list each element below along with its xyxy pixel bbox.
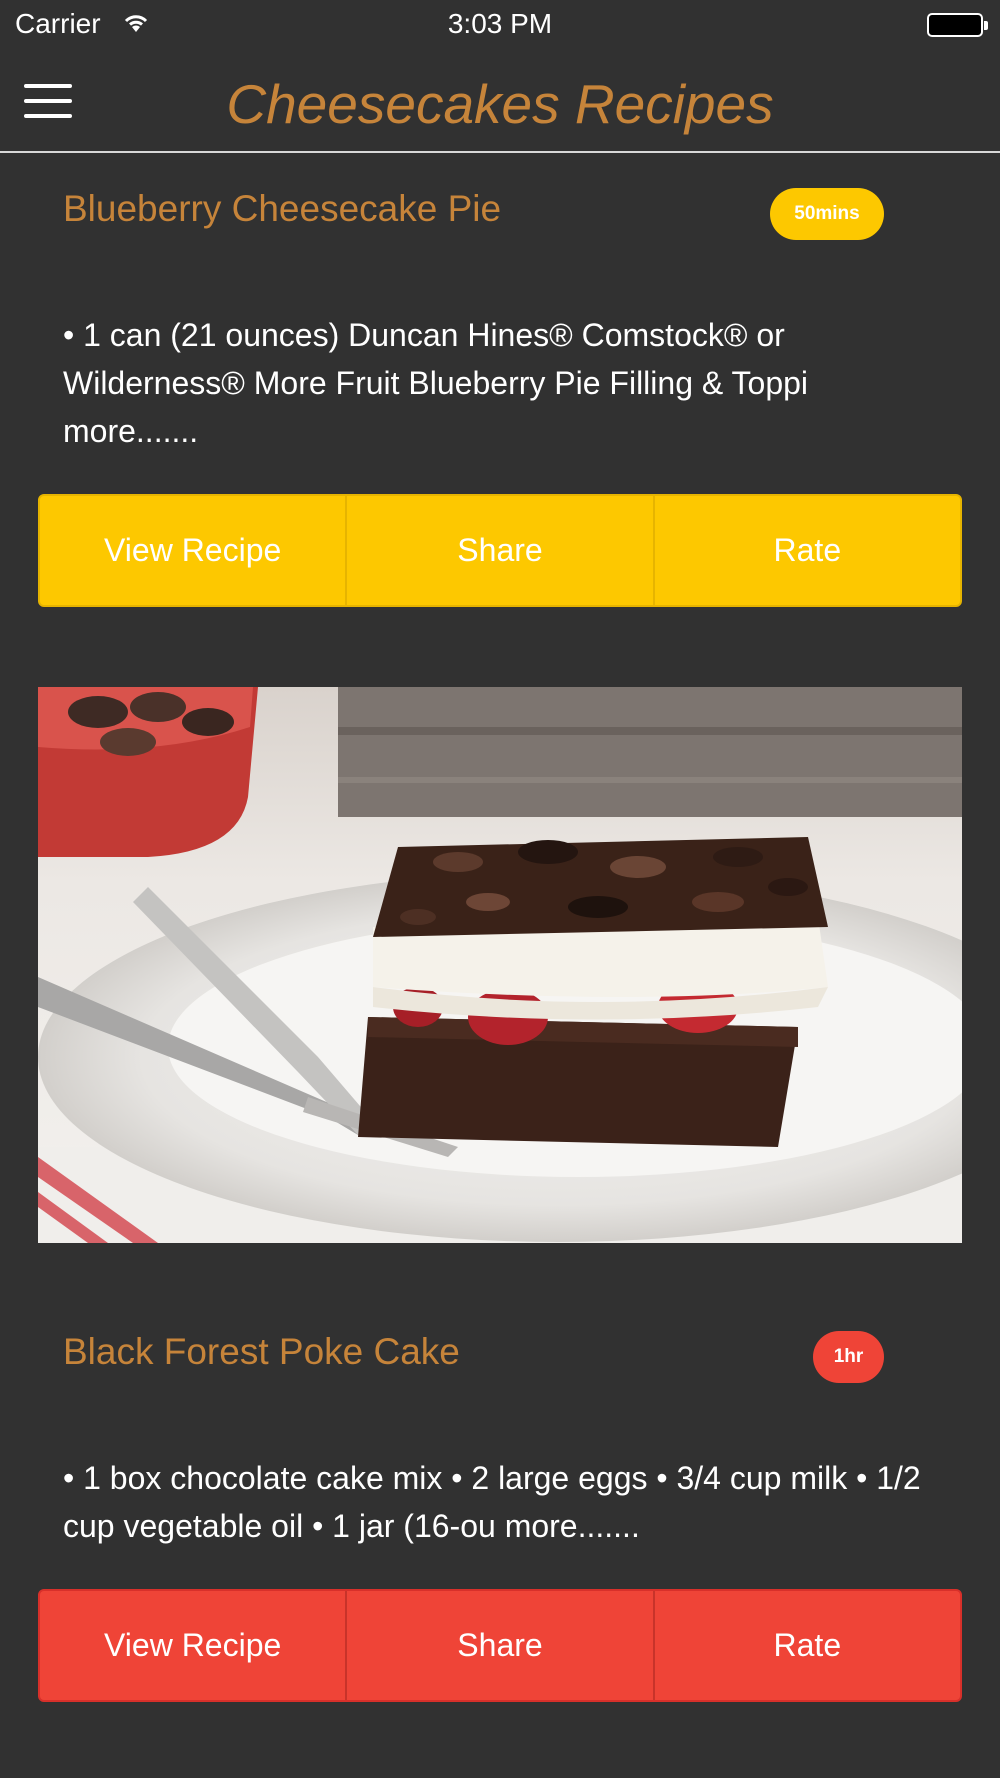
view-recipe-button[interactable]: View Recipe bbox=[40, 1591, 345, 1700]
time-badge: 50mins bbox=[770, 188, 884, 240]
recipe-actions: View Recipe Share Rate bbox=[38, 1589, 962, 1702]
recipe-actions: View Recipe Share Rate bbox=[38, 494, 962, 607]
time-badge: 1hr bbox=[813, 1331, 884, 1383]
recipe-title[interactable]: Blueberry Cheesecake Pie bbox=[63, 188, 501, 230]
share-button[interactable]: Share bbox=[345, 496, 652, 605]
recipe-image[interactable] bbox=[38, 687, 962, 1243]
rate-button[interactable]: Rate bbox=[652, 1591, 960, 1700]
recipe-title[interactable]: Black Forest Poke Cake bbox=[63, 1331, 460, 1373]
status-time: 3:03 PM bbox=[447, 8, 553, 39]
page-title: Cheesecakes Recipes bbox=[226, 73, 774, 135]
rate-button[interactable]: Rate bbox=[652, 496, 960, 605]
battery-icon bbox=[927, 13, 988, 37]
status-bar: Carrier 3:03 PM bbox=[0, 0, 1000, 50]
share-button[interactable]: Share bbox=[345, 1591, 652, 1700]
nav-bar: Cheesecakes Recipes bbox=[0, 50, 1000, 153]
view-recipe-button[interactable]: View Recipe bbox=[40, 496, 345, 605]
recipe-ingredients: • 1 box chocolate cake mix • 2 large egg… bbox=[63, 1460, 921, 1544]
recipe-ingredients: • 1 can (21 ounces) Duncan Hines® Comsto… bbox=[63, 317, 809, 449]
